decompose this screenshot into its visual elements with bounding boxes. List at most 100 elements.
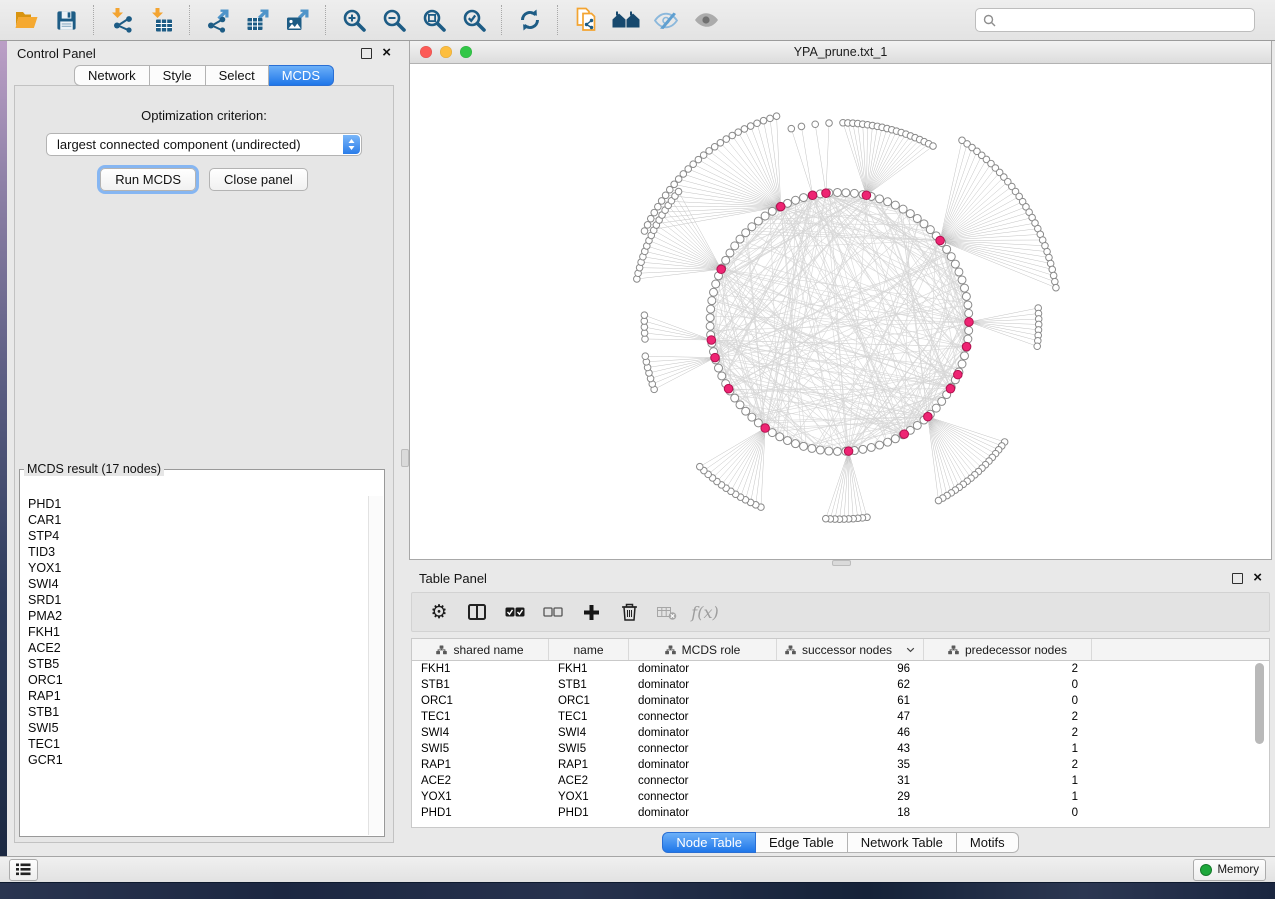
search-input[interactable] xyxy=(1001,12,1247,28)
function-builder-button[interactable]: f(x) xyxy=(686,595,724,629)
mcds-result-item[interactable]: PMA2 xyxy=(28,608,368,624)
import-network-button[interactable] xyxy=(102,3,142,37)
splitter-handle[interactable] xyxy=(832,560,851,566)
network-window-titlebar[interactable]: YPA_prune.txt_1 xyxy=(410,41,1271,64)
mcds-result-item[interactable]: GCR1 xyxy=(28,752,368,768)
table-row[interactable]: PHD1 PHD1 dominator 18 0 xyxy=(412,805,1269,821)
zoom-selected-button[interactable] xyxy=(454,3,494,37)
first-neighbors-button[interactable] xyxy=(606,3,646,37)
column-header-successor-nodes[interactable]: successor nodes xyxy=(777,639,924,660)
delete-table-button[interactable] xyxy=(648,595,686,629)
horizontal-splitter[interactable] xyxy=(409,560,1272,566)
create-column-button[interactable] xyxy=(572,595,610,629)
save-session-button[interactable] xyxy=(46,3,86,37)
export-image-button[interactable] xyxy=(278,3,318,37)
show-hide-columns-button[interactable] xyxy=(458,595,496,629)
mcds-result-item[interactable]: STP4 xyxy=(28,528,368,544)
copy-network-button[interactable] xyxy=(566,3,606,37)
zoom-in-button[interactable] xyxy=(334,3,374,37)
mcds-result-item[interactable]: RAP1 xyxy=(28,688,368,704)
run-mcds-button[interactable]: Run MCDS xyxy=(100,168,196,191)
search-box[interactable] xyxy=(975,8,1255,32)
close-panel-button[interactable]: Close panel xyxy=(209,168,308,191)
float-panel-icon[interactable] xyxy=(361,48,372,59)
table-mode-button[interactable]: ⚙ xyxy=(420,595,458,629)
mcds-result-item[interactable]: STB5 xyxy=(28,656,368,672)
table-row[interactable]: ACE2 ACE2 connector 31 1 xyxy=(412,773,1269,789)
network-graph[interactable] xyxy=(410,64,1271,559)
unselect-all-columns-button[interactable] xyxy=(534,595,572,629)
column-header-MCDS-role[interactable]: MCDS role xyxy=(629,639,777,660)
tab-style[interactable]: Style xyxy=(150,65,206,86)
show-all-button[interactable] xyxy=(686,3,726,37)
mcds-result-item[interactable]: PHD1 xyxy=(28,496,368,512)
cell-mcds-role: connector xyxy=(629,743,777,755)
mcds-result-box: MCDS result (17 nodes) PHD1CAR1STP4TID3Y… xyxy=(19,462,385,837)
task-history-button[interactable] xyxy=(9,859,38,881)
mcds-result-item[interactable]: SWI5 xyxy=(28,720,368,736)
mcds-result-item[interactable]: ACE2 xyxy=(28,640,368,656)
import-table-button[interactable] xyxy=(142,3,182,37)
cell-successor-nodes: 61 xyxy=(777,695,924,707)
network-canvas[interactable] xyxy=(410,64,1271,559)
table-row[interactable]: TEC1 TEC1 connector 47 2 xyxy=(412,709,1269,725)
minimize-window-traffic-light[interactable] xyxy=(440,46,452,58)
toolbar-separator xyxy=(325,5,327,35)
memory-button[interactable]: Memory xyxy=(1193,859,1266,881)
delete-columns-button[interactable] xyxy=(610,595,648,629)
fx-icon: f(x) xyxy=(691,603,718,622)
float-panel-icon[interactable] xyxy=(1232,573,1243,584)
table-row[interactable]: FKH1 FKH1 dominator 96 2 xyxy=(412,661,1269,677)
tab-network[interactable]: Network xyxy=(74,65,150,86)
export-network-button[interactable] xyxy=(198,3,238,37)
scrollbar-thumb[interactable] xyxy=(1255,663,1264,744)
refresh-view-button[interactable] xyxy=(510,3,550,37)
export-table-button[interactable] xyxy=(238,3,278,37)
table-row[interactable]: SWI4 SWI4 dominator 46 2 xyxy=(412,725,1269,741)
mcds-result-item[interactable]: ORC1 xyxy=(28,672,368,688)
column-header-predecessor-nodes[interactable]: predecessor nodes xyxy=(924,639,1092,660)
export-table-icon xyxy=(245,7,271,33)
tab-node-table[interactable]: Node Table xyxy=(662,832,756,853)
cell-successor-nodes: 31 xyxy=(777,775,924,787)
open-file-button[interactable] xyxy=(6,3,46,37)
vertical-splitter[interactable] xyxy=(401,41,409,856)
tab-mcds[interactable]: MCDS xyxy=(269,65,334,86)
maximize-window-traffic-light[interactable] xyxy=(460,46,472,58)
optimization-select[interactable]: largest connected component (undirected) xyxy=(46,133,362,156)
splitter-handle[interactable] xyxy=(401,449,409,467)
tab-network-table[interactable]: Network Table xyxy=(848,832,957,853)
close-panel-icon[interactable]: × xyxy=(382,48,391,58)
result-list-scrollbar[interactable] xyxy=(368,496,383,835)
select-all-columns-button[interactable] xyxy=(496,595,534,629)
close-window-traffic-light[interactable] xyxy=(420,46,432,58)
mcds-result-item[interactable]: SWI4 xyxy=(28,576,368,592)
mcds-result-item[interactable]: FKH1 xyxy=(28,624,368,640)
column-header-name[interactable]: name xyxy=(549,639,629,660)
mcds-result-item[interactable]: YOX1 xyxy=(28,560,368,576)
close-panel-icon[interactable]: × xyxy=(1253,573,1262,583)
mcds-result-item[interactable]: CAR1 xyxy=(28,512,368,528)
column-header-shared-name[interactable]: shared name xyxy=(412,639,549,660)
table-row[interactable]: SWI5 SWI5 connector 43 1 xyxy=(412,741,1269,757)
cell-mcds-role: connector xyxy=(629,791,777,803)
hide-selected-button[interactable] xyxy=(646,3,686,37)
cell-predecessor-nodes: 2 xyxy=(924,727,1092,739)
table-row[interactable]: STB1 STB1 dominator 62 0 xyxy=(412,677,1269,693)
cell-name: FKH1 xyxy=(549,663,629,675)
mcds-result-item[interactable]: SRD1 xyxy=(28,592,368,608)
mcds-result-item[interactable]: TID3 xyxy=(28,544,368,560)
tab-motifs[interactable]: Motifs xyxy=(957,832,1019,853)
tab-select[interactable]: Select xyxy=(206,65,269,86)
table-row[interactable]: RAP1 RAP1 dominator 35 2 xyxy=(412,757,1269,773)
tab-edge-table[interactable]: Edge Table xyxy=(756,832,848,853)
zoom-fit-button[interactable] xyxy=(414,3,454,37)
mcds-result-item[interactable]: STB1 xyxy=(28,704,368,720)
mcds-result-item[interactable]: TEC1 xyxy=(28,736,368,752)
zoom-out-button[interactable] xyxy=(374,3,414,37)
zoom-out-icon xyxy=(382,8,407,33)
table-row[interactable]: YOX1 YOX1 connector 29 1 xyxy=(412,789,1269,805)
application-window: Control Panel × NetworkStyleSelectMCDS O… xyxy=(0,0,1275,898)
table-scrollbar[interactable] xyxy=(1255,663,1266,823)
table-row[interactable]: ORC1 ORC1 dominator 61 0 xyxy=(412,693,1269,709)
